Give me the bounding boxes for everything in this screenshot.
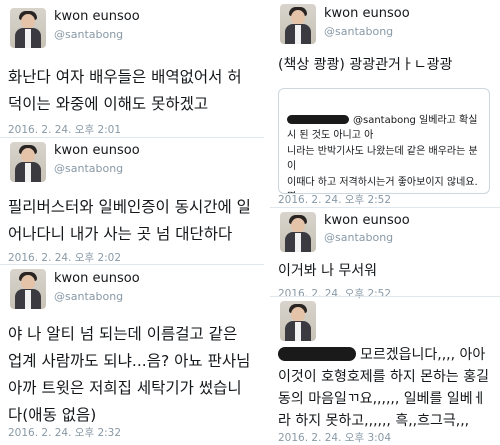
author-handle[interactable]: @santabong	[54, 290, 123, 303]
tweet-4[interactable]: kwon eunsoo @santabong (책상 쾅쾅) 광광관거ㅏㄴ광광 …	[270, 0, 500, 208]
tweet-1[interactable]: kwon eunsoo @santabong 화난다 여자 배우들은 배역없어서…	[0, 0, 264, 146]
redacted-name	[287, 114, 349, 124]
tweet-timestamp[interactable]: 2016. 2. 24. 오후 2:32	[8, 425, 121, 440]
author-name[interactable]: kwon eunsoo	[324, 6, 410, 21]
tweet-text: 이거봐 나 무서워	[278, 263, 378, 279]
author-name[interactable]: kwon eunsoo	[54, 143, 140, 158]
avatar[interactable]	[10, 142, 46, 182]
tweet-timestamp[interactable]: 2016. 2. 24. 오후 2:52	[278, 192, 391, 207]
tweet-timestamp[interactable]: 2016. 2. 24. 오후 2:01	[8, 122, 121, 137]
tweet-text: (책상 쾅쾅) 광광관거ㅏㄴ광광	[278, 57, 453, 73]
author-name[interactable]: kwon eunsoo	[324, 213, 410, 228]
avatar[interactable]	[10, 269, 46, 309]
author-name[interactable]: kwon eunsoo	[54, 271, 140, 286]
redacted-header	[322, 301, 422, 339]
author-name[interactable]: kwon eunsoo	[54, 9, 140, 24]
avatar[interactable]	[10, 8, 46, 48]
avatar[interactable]	[280, 4, 316, 44]
quoted-reply-text: @santabong 일베라고 확실시 된 것도 아니고 아 니라는 반박기사도…	[287, 114, 478, 194]
tweet-2[interactable]: kwon eunsoo @santabong 필리버스터와 일베인증이 동시간에…	[0, 138, 264, 264]
tweet-5[interactable]: kwon eunsoo @santabong 이거봐 나 무서워 2016. 2…	[270, 208, 500, 300]
avatar[interactable]	[280, 212, 316, 252]
tweet-3[interactable]: kwon eunsoo @santabong 야 나 알티 넘 되는데 이름걸고…	[0, 265, 264, 442]
tweet-text: 필리버스터와 일베인증이 동시간에 일 어나다니 내가 사는 곳 넘 대단하다	[8, 198, 251, 243]
author-handle[interactable]: @santabong	[324, 231, 393, 244]
author-handle[interactable]: @santabong	[324, 25, 393, 38]
tweet-text: 화난다 여자 배우들은 배역없어서 허 덕이는 와중에 이해도 못하겠고	[8, 68, 242, 113]
right-column: kwon eunsoo @santabong (책상 쾅쾅) 광광관거ㅏㄴ광광 …	[270, 0, 500, 445]
tweet-text: 야 나 알티 넘 되는데 이름걸고 같은 업계 사람까도 되냐...음? 아뇨 …	[8, 325, 251, 424]
author-handle[interactable]: @santabong	[54, 162, 123, 175]
tweet-timestamp[interactable]: 2016. 2. 24. 오후 2:02	[8, 250, 121, 265]
quoted-reply[interactable]: @santabong 일베라고 확실시 된 것도 아니고 아 니라는 반박기사도…	[278, 88, 490, 194]
tweet-6[interactable]: 모르겠읍니다,,,, 아아 이것이 호형호제를 하지 몬하는 홍길 동의 마음일…	[270, 297, 500, 445]
tweet-timestamp[interactable]: 2016. 2. 24. 오후 3:04	[278, 430, 391, 445]
tweet-text: 모르겠읍니다,,,, 아아 이것이 호형호제를 하지 몬하는 홍길 동의 마음일…	[278, 347, 489, 429]
avatar[interactable]	[280, 301, 316, 341]
author-handle[interactable]: @santabong	[54, 28, 123, 41]
